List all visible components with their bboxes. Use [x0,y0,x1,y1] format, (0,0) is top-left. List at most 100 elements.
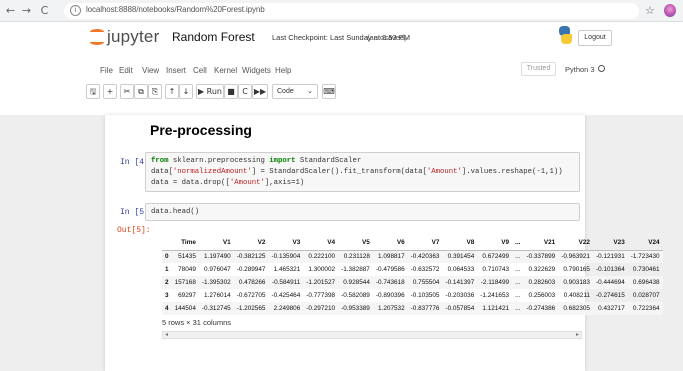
table-cell: -0.135904 [271,253,301,261]
jupyter-brand[interactable]: jupyter [107,27,159,47]
table-cell: -0.203036 [445,292,475,299]
table-cell: -0.121931 [595,253,625,261]
command-palette-icon[interactable]: ⌨ [322,84,336,99]
table-cell: -0.103505 [410,292,440,299]
code-cell-4[interactable]: from sklearn.preprocessing import Standa… [145,152,580,192]
save-icon[interactable]: 🖫 [86,84,100,99]
table-cell: -1.202565 [236,305,266,312]
column-header: V6 [372,236,408,251]
chevron-down-icon: ⌄ [307,88,313,95]
forward-icon[interactable]: → [20,4,33,17]
table-row: 0 51435 1.197490 -0.382125 -0.135904 0.222100… [162,250,663,263]
add-cell-icon[interactable]: + [103,84,117,99]
paste-icon[interactable]: ⎘ [148,84,162,99]
column-header: V22 [558,236,593,251]
table-cell: -0.312745 [201,305,231,312]
table-cell: -0.953389 [341,305,370,312]
table-row: 3 69297 1.276014 -0.672705 -0.425464 -0.77739… [162,289,663,302]
table-cell: 0.256003 [528,292,556,299]
table-cell: -0.425464 [271,292,301,299]
table-header-row: Time V1 V2 V3 V4 V5 V6 V7 V8 V9 ... V21 … [162,236,663,251]
table-cell: -0.057854 [445,305,475,312]
table-cell: 0.682305 [563,305,590,312]
url-text[interactable]: localhost:8888/notebooks/Random%20Forest… [86,5,265,14]
reload-icon[interactable]: C [38,4,51,17]
markdown-heading[interactable]: Pre-processing [150,122,252,138]
horizontal-scrollbar[interactable]: ◂ ▸ [162,331,582,339]
table-cell: -0.101364 [595,266,625,273]
jupyter-logo-icon[interactable] [89,28,105,46]
table-cell: 1.465321 [273,266,301,273]
code-line: data = data.drop(['Amount'],axis=1) [151,179,305,187]
menu-cell[interactable]: Cell [193,66,207,75]
menu-insert[interactable]: Insert [166,66,186,75]
table-cell: 0.231128 [343,253,370,261]
table-cell: 0.672499 [482,253,510,261]
table-cell: 144504 [174,305,196,312]
table-cell: 0.222100 [308,253,336,261]
run-button[interactable]: ▶ Run [196,84,224,99]
table-cell: -1.395302 [201,279,231,286]
code-line: data['normalizedAmount'] = StandardScale… [151,168,563,176]
back-icon[interactable]: ← [4,4,17,17]
address-bar[interactable]: i localhost:8888/notebooks/Random%20Fore… [64,3,639,19]
dataframe-shape: 5 rows × 31 columns [162,318,231,327]
cell-type-select[interactable]: Code ⌄ [272,84,318,99]
table-cell: 0.722364 [632,305,660,312]
column-header: V9 [477,236,513,251]
restart-icon[interactable]: C [238,84,252,99]
table-cell: 0.432717 [598,305,625,312]
copy-icon[interactable]: ⧉ [134,84,148,99]
notebook-title[interactable]: Random Forest [172,30,255,44]
column-header: V3 [268,236,304,251]
menu-view[interactable]: View [142,66,159,75]
table-cell: 69297 [178,292,196,299]
table-cell: 2.249806 [273,305,301,312]
table-cell: -0.274386 [526,305,556,312]
kernel-name[interactable]: Python 3 [565,65,595,74]
info-icon[interactable]: i [70,5,81,16]
column-header: V2 [233,236,269,251]
browser-toolbar: ← → C i localhost:8888/notebooks/Random%… [0,0,683,22]
move-down-icon[interactable]: ↓ [179,84,193,99]
column-header [162,236,172,251]
stop-icon[interactable]: ■ [224,84,238,99]
table-cell: 0.903183 [563,279,590,286]
code-line: data.head() [151,208,200,216]
table-cell: ... [515,279,521,286]
table-cell: -0.382125 [236,253,266,261]
dataframe-table: Time V1 V2 V3 V4 V5 V6 V7 V8 V9 ... V21 … [162,236,663,315]
menu-edit[interactable]: Edit [119,66,133,75]
table-cell: -0.420363 [410,253,440,261]
table-cell: -0.837776 [410,305,440,312]
table-row: 2 157168 -1.395302 0.478266 -0.584911 -1.2015… [162,276,663,289]
table-row: 1 78049 0.976047 -0.289947 1.465321 1.300002-… [162,263,663,276]
column-header: V21 [523,236,559,251]
row-index: 0 [165,253,169,261]
bookmark-star-icon[interactable]: ☆ [645,4,655,17]
run-all-icon[interactable]: ▶▶ [252,84,268,99]
table-cell: -0.444694 [595,279,625,286]
trusted-badge[interactable]: Trusted [521,62,556,76]
table-cell: -0.289947 [236,266,266,273]
menu-widgets[interactable]: Widgets [242,66,271,75]
move-up-icon[interactable]: ↑ [165,84,179,99]
cut-icon[interactable]: ✂ [120,84,134,99]
table-cell: 0.028707 [632,292,660,299]
table-cell: -1.241653 [480,292,510,299]
menu-file[interactable]: File [100,66,113,75]
code-cell-5[interactable]: data.head() [145,203,580,221]
code-line: from sklearn.preprocessing import Standa… [151,157,362,165]
table-cell: -1.723430 [630,253,660,261]
table-cell: 0.696438 [632,279,660,286]
table-cell: -0.743618 [375,279,405,286]
scroll-right-icon[interactable]: ▸ [576,331,579,338]
scroll-left-icon[interactable]: ◂ [165,331,168,338]
menu-kernel[interactable]: Kernel [214,66,237,75]
column-header: V24 [627,236,663,251]
table-cell: -0.297210 [306,305,336,312]
logout-button[interactable]: Logout [578,30,612,46]
column-header: V1 [198,236,234,251]
extension-icon[interactable] [664,4,676,17]
menu-help[interactable]: Help [275,66,291,75]
